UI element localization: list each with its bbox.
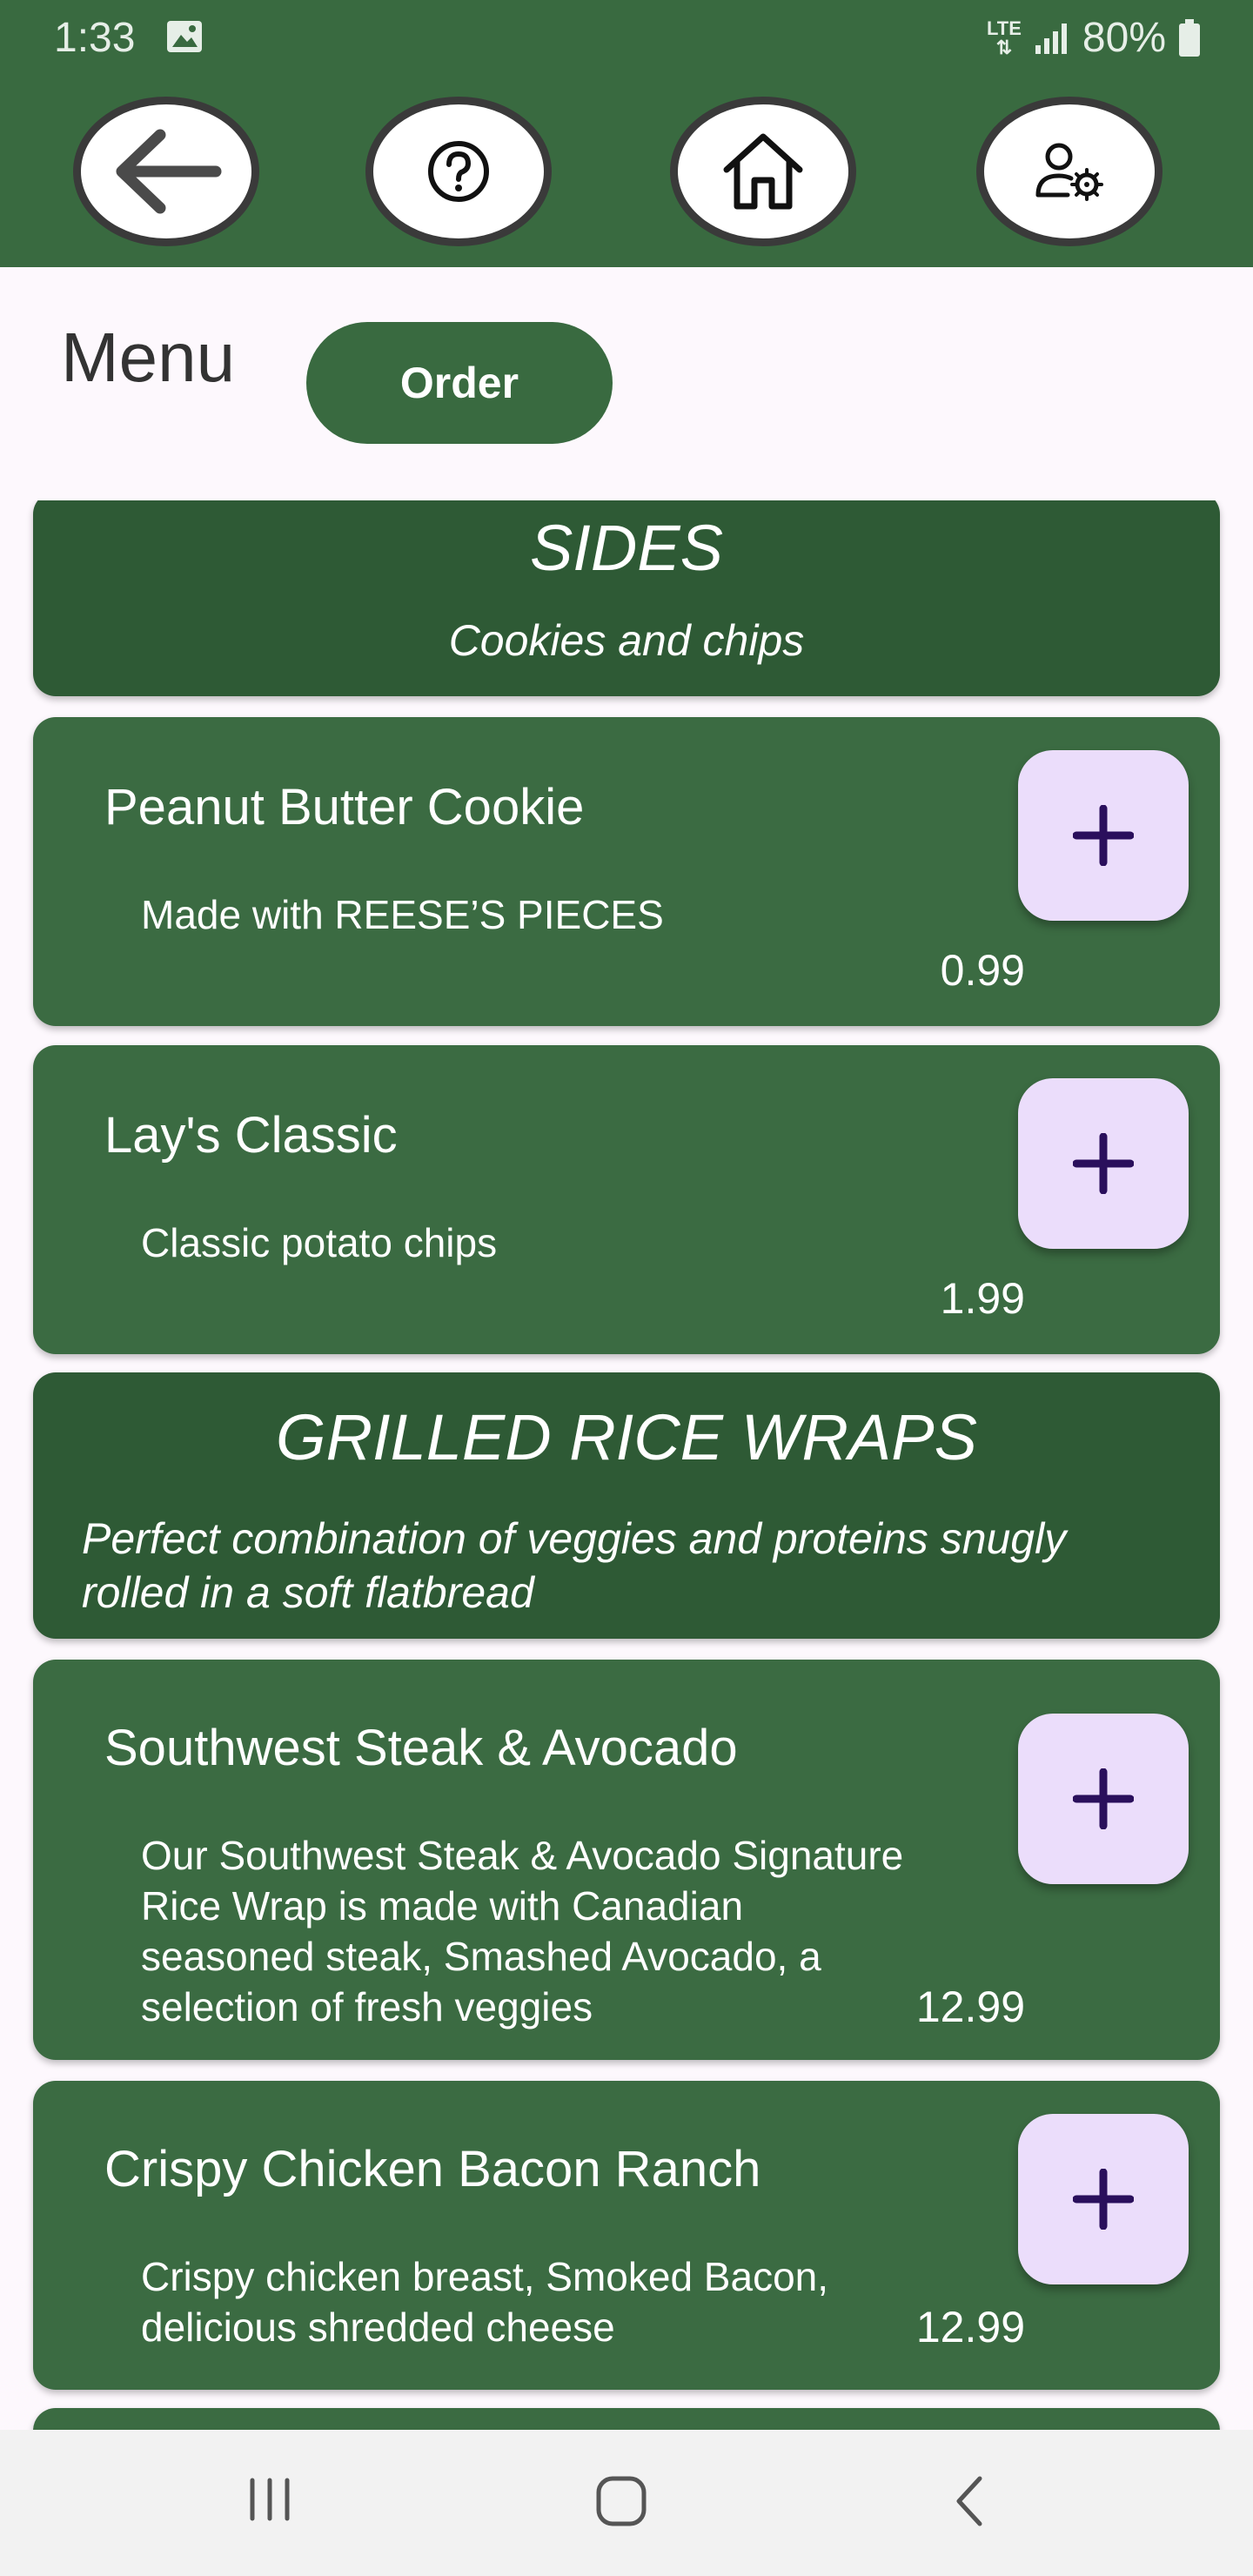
back-button[interactable] — [73, 97, 259, 246]
battery-percent: 80% — [1082, 15, 1166, 61]
item-description: Classic potato chips — [141, 1220, 498, 1265]
image-icon — [167, 21, 202, 52]
category-title: GRILLED RICE WRAPS — [276, 1401, 977, 1473]
back-nav-icon[interactable] — [950, 2473, 988, 2529]
add-item-button[interactable] — [1018, 1714, 1189, 1884]
item-name: Peanut Butter Cookie — [104, 779, 585, 835]
order-button[interactable]: Order — [306, 322, 613, 444]
category-header-grilled-rice-wraps: GRILLED RICE WRAPS Perfect combination o… — [33, 1372, 1220, 1639]
item-name: Lay's Classic — [104, 1107, 398, 1164]
help-icon — [428, 141, 489, 202]
item-name: Crispy Chicken Bacon Ranch — [104, 2141, 761, 2197]
user-settings-icon — [1035, 143, 1103, 201]
item-price: 12.99 — [915, 1982, 1025, 2031]
top-app-bar: 1:33 LTE ⇅ 80% — [0, 0, 1253, 267]
status-time: 1:33 — [54, 15, 136, 61]
category-description: Cookies and chips — [448, 616, 805, 665]
menu-list[interactable]: SIDES Cookies and chips Peanut Butter Co… — [0, 500, 1253, 2430]
category-description: Perfect combination of veggies and prote… — [82, 1514, 1067, 1617]
item-description: Our Southwest Steak & Avocado Signature … — [141, 1833, 904, 2029]
menu-item-card-partial — [33, 2408, 1220, 2430]
system-nav-bar — [0, 2430, 1253, 2576]
add-item-button[interactable] — [1018, 750, 1189, 921]
user-settings-button[interactable] — [976, 97, 1163, 246]
back-arrow-icon — [116, 129, 222, 214]
menu-item-card: Southwest Steak & Avocado Our Southwest … — [33, 1660, 1220, 2060]
item-price: 0.99 — [940, 946, 1025, 995]
item-description: Crispy chicken breast, Smoked Bacon, del… — [141, 2254, 829, 2350]
home-button[interactable] — [670, 97, 856, 246]
plus-icon — [1073, 2169, 1134, 2230]
recent-apps-icon[interactable] — [244, 2473, 296, 2526]
home-nav-icon[interactable] — [593, 2473, 649, 2529]
plus-icon — [1073, 805, 1134, 866]
category-title: SIDES — [529, 512, 724, 584]
item-price: 1.99 — [940, 1274, 1025, 1323]
help-button[interactable] — [365, 97, 552, 246]
home-icon — [723, 133, 803, 210]
plus-icon — [1073, 1768, 1134, 1829]
status-bar: 1:33 LTE ⇅ 80% — [0, 0, 1253, 73]
network-indicator: LTE ⇅ — [987, 17, 1022, 58]
category-header-sides: SIDES Cookies and chips — [33, 500, 1220, 696]
menu-item-card: Peanut Butter Cookie Made with REESE’S P… — [33, 717, 1220, 1026]
plus-icon — [1073, 1133, 1134, 1194]
page-title: Menu — [61, 319, 236, 396]
menu-item-card: Lay's Classic Classic potato chips 1.99 — [33, 1045, 1220, 1354]
item-description: Made with REESE’S PIECES — [141, 892, 664, 937]
add-item-button[interactable] — [1018, 1078, 1189, 1249]
battery-icon — [1179, 18, 1200, 57]
item-price: 12.99 — [915, 2303, 1025, 2351]
menu-item-card: Crispy Chicken Bacon Ranch Crispy chicke… — [33, 2081, 1220, 2390]
status-right: LTE ⇅ 80% — [987, 14, 1201, 62]
add-item-button[interactable] — [1018, 2114, 1189, 2284]
item-name: Southwest Steak & Avocado — [104, 1720, 738, 1776]
signal-icon — [1035, 23, 1067, 54]
